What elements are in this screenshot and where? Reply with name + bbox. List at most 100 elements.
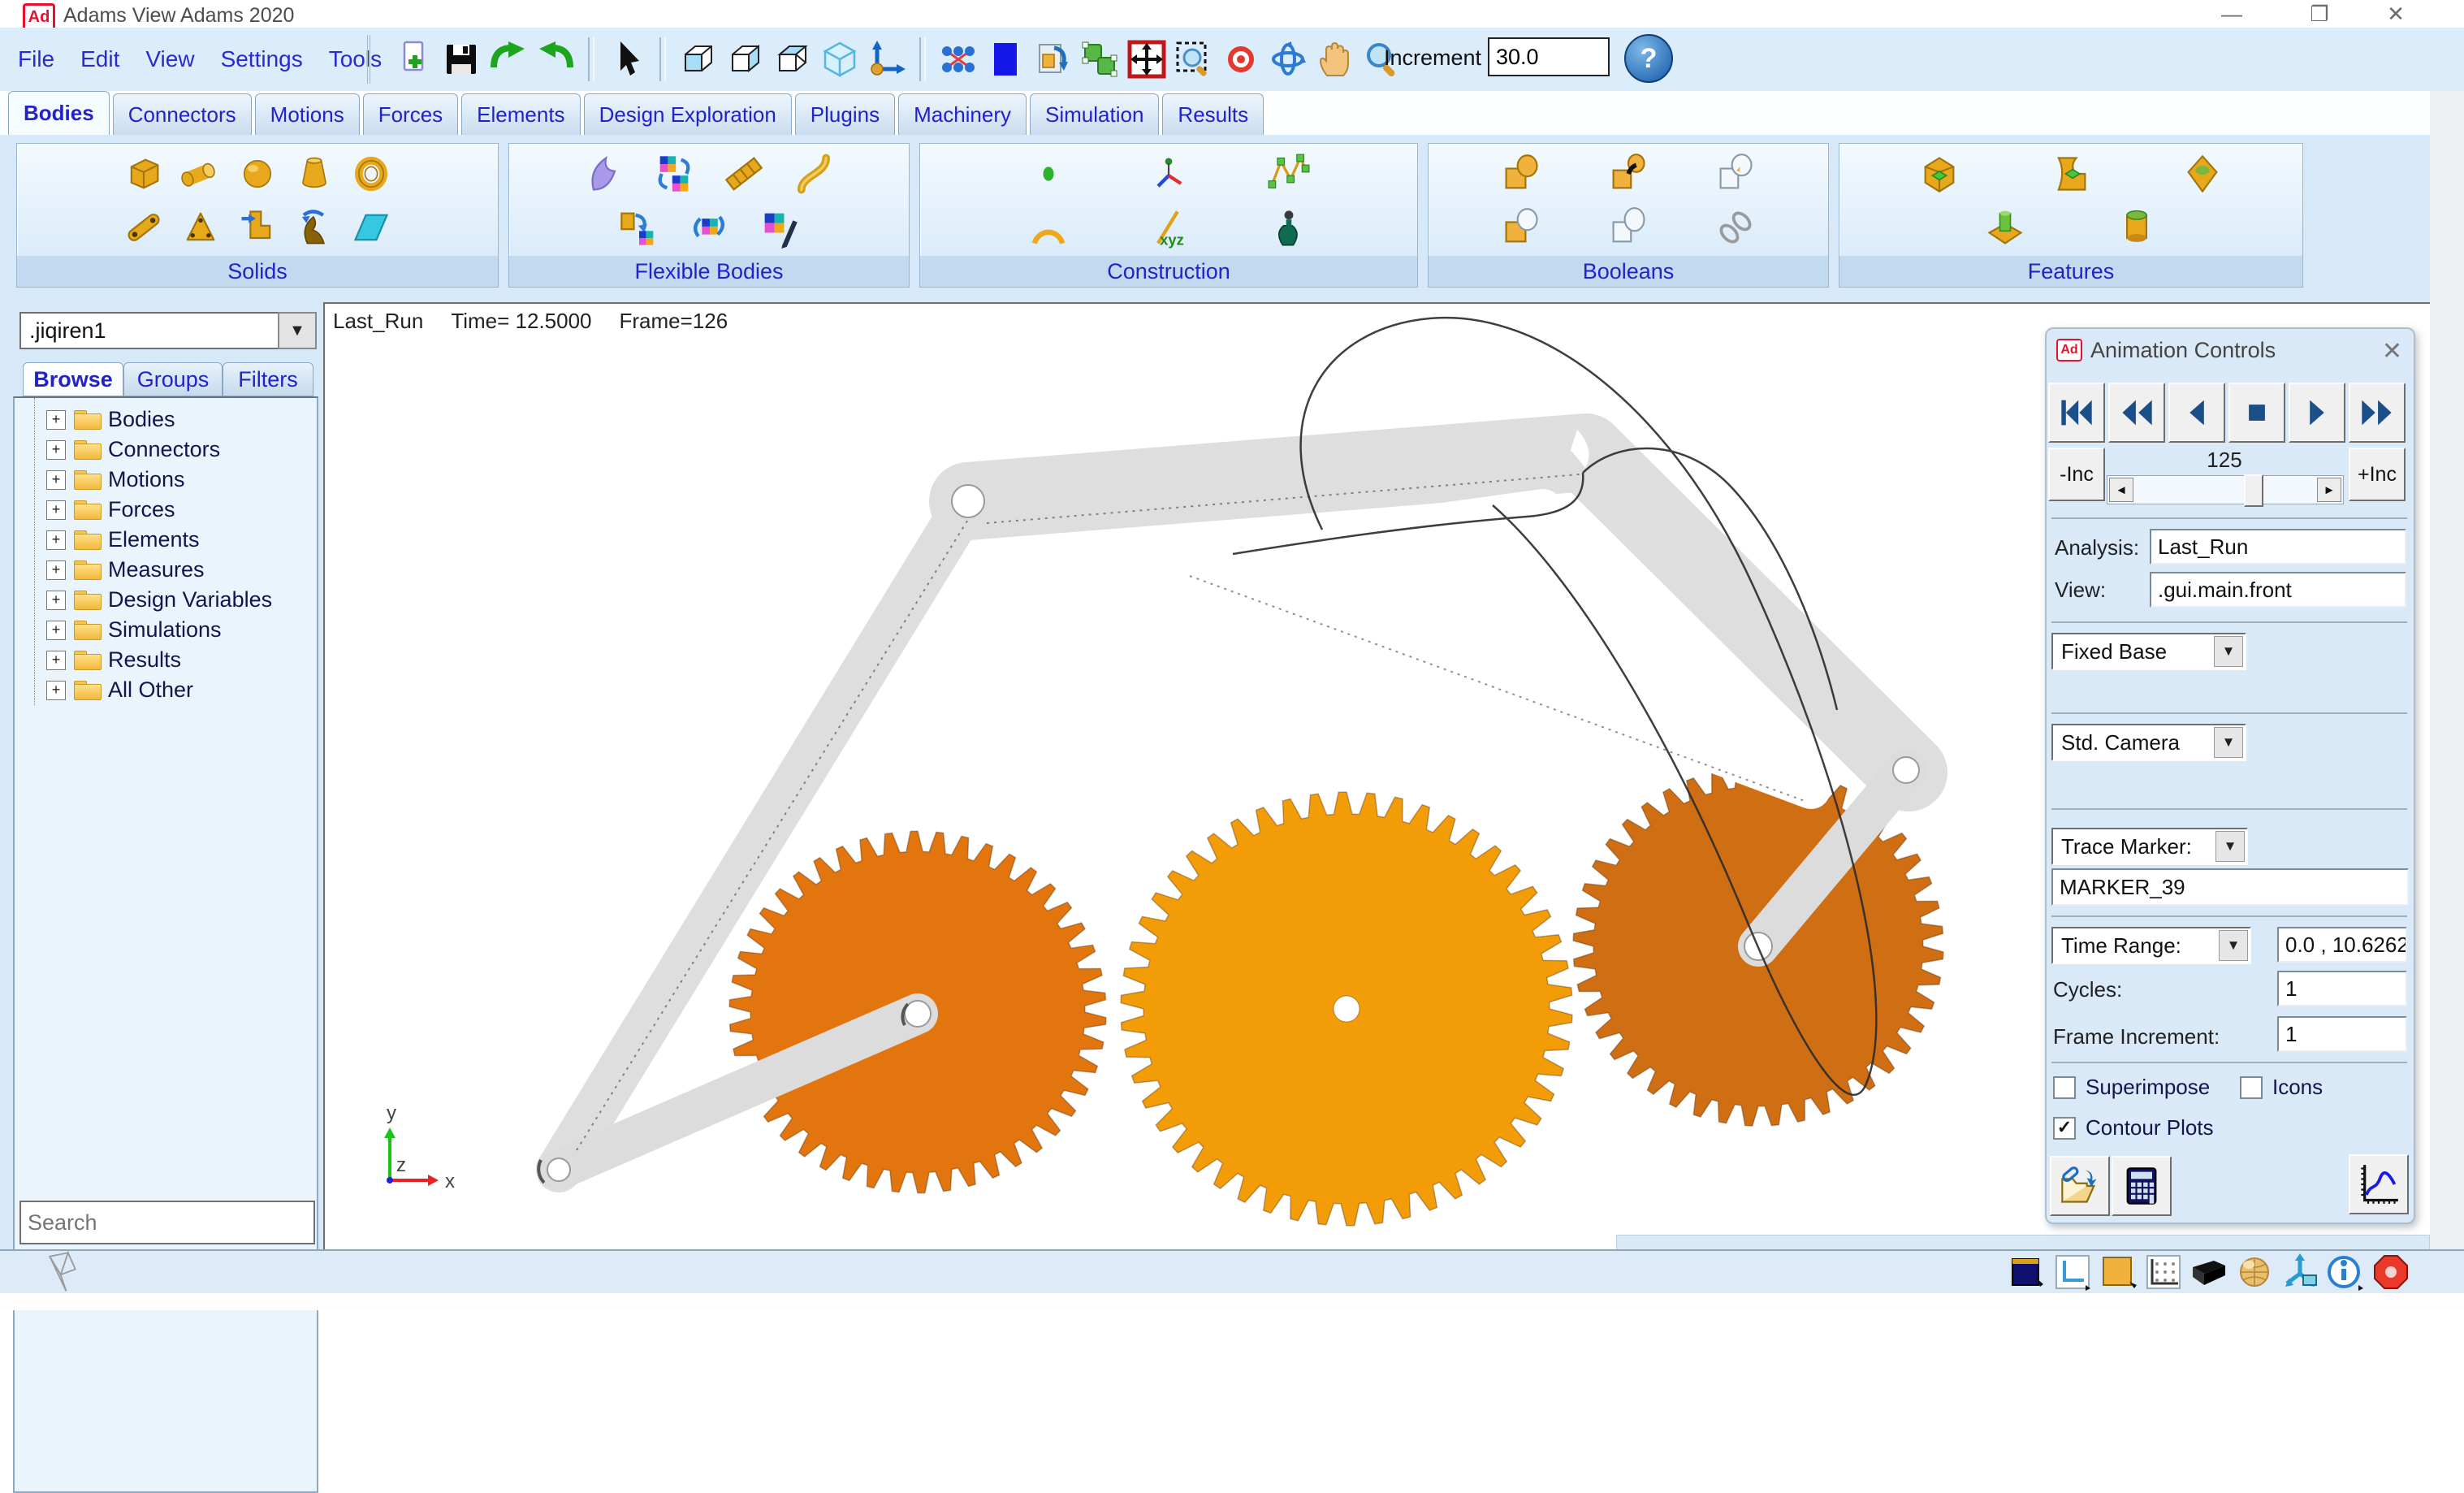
feature-hole-icon[interactable] — [2116, 206, 2158, 249]
slider-thumb[interactable] — [2244, 474, 2263, 507]
time-range-input[interactable]: 0.0 , 10.6262 — [2277, 927, 2407, 963]
render-mode-icon[interactable] — [2235, 1253, 2274, 1292]
new-file-icon[interactable] — [395, 40, 434, 79]
solid-torus-icon[interactable] — [350, 153, 392, 195]
rewind-button[interactable] — [2108, 383, 2165, 443]
tree-item-all-other[interactable]: +All Other — [46, 675, 317, 705]
menu-view[interactable]: View — [144, 46, 196, 72]
bool-union-icon[interactable] — [1500, 153, 1542, 195]
solid-plate-icon[interactable] — [179, 206, 222, 249]
pan-tool-icon[interactable] — [1127, 40, 1166, 79]
center-target-icon[interactable] — [1221, 40, 1260, 79]
checkbox-icon[interactable] — [2053, 1076, 2076, 1099]
tab-forces[interactable]: Forces — [363, 93, 458, 135]
checkbox-icon[interactable] — [2240, 1076, 2263, 1099]
tab-bodies[interactable]: Bodies — [8, 91, 110, 135]
frame-increment-input[interactable]: 1 — [2277, 1016, 2407, 1052]
flex-edit-icon[interactable] — [758, 206, 800, 249]
expand-icon[interactable]: + — [46, 470, 66, 490]
solid-plane-icon[interactable] — [350, 206, 392, 249]
view-triad-icon[interactable] — [867, 40, 906, 79]
working-grid-color-icon[interactable] — [2099, 1253, 2138, 1292]
menu-settings[interactable]: Settings — [219, 46, 305, 72]
tree-item-design-variables[interactable]: +Design Variables — [46, 585, 317, 615]
depth-cue-icon[interactable] — [2190, 1253, 2228, 1292]
save-icon[interactable] — [442, 40, 481, 79]
to-start-button[interactable] — [2048, 383, 2105, 443]
minus-inc-button[interactable]: -Inc — [2048, 448, 2105, 501]
tab-machinery[interactable]: Machinery — [898, 93, 1027, 135]
play-button[interactable] — [2289, 383, 2345, 443]
close-button[interactable]: ✕ — [2371, 2, 2420, 27]
feature-boss-icon[interactable] — [1984, 206, 2026, 249]
analysis-input[interactable]: Last_Run — [2150, 529, 2406, 565]
construction-marker-icon[interactable] — [1148, 153, 1190, 195]
fast-forward-button[interactable] — [2349, 383, 2406, 443]
construction-spline-icon[interactable] — [1268, 153, 1310, 195]
menu-edit[interactable]: Edit — [79, 46, 121, 72]
chevron-down-icon[interactable]: ▼ — [2219, 930, 2248, 961]
increment-input[interactable] — [1488, 37, 1610, 76]
sidebar-tab-browse[interactable]: Browse — [23, 362, 123, 396]
cube-iso-icon[interactable] — [820, 40, 859, 79]
green-handles-icon[interactable] — [1080, 40, 1119, 79]
stop-button[interactable] — [2228, 383, 2285, 443]
solid-sphere-icon[interactable] — [236, 153, 279, 195]
tab-simulation[interactable]: Simulation — [1030, 93, 1159, 135]
chevron-down-icon[interactable]: ▼ — [2214, 727, 2243, 758]
zoom-area-icon[interactable] — [1174, 40, 1213, 79]
solid-box-icon[interactable] — [123, 153, 165, 195]
tree-item-bodies[interactable]: +Bodies — [46, 405, 317, 435]
feature-chamfer-icon[interactable] — [1918, 153, 1960, 195]
bool-split-icon[interactable] — [1607, 206, 1649, 249]
tab-connectors[interactable]: Connectors — [113, 93, 252, 135]
bool-frame-icon[interactable] — [1714, 153, 1757, 195]
contour-plots-checkbox[interactable]: ✓ Contour Plots — [2053, 1115, 2214, 1140]
pan-hand-icon[interactable] — [1316, 40, 1355, 79]
undo-icon[interactable] — [536, 40, 575, 79]
construction-arc-icon[interactable] — [1027, 206, 1070, 249]
info-icon[interactable] — [2326, 1253, 2365, 1292]
tree-item-elements[interactable]: +Elements — [46, 525, 317, 555]
feature-dome-icon[interactable] — [2181, 153, 2224, 195]
tab-elements[interactable]: Elements — [461, 93, 580, 135]
cube-right-icon[interactable] — [726, 40, 765, 79]
load-animation-button[interactable] — [2050, 1156, 2110, 1216]
frame-slider[interactable]: ◄ ► — [2107, 475, 2344, 504]
tree-item-results[interactable]: +Results — [46, 645, 317, 675]
grid-toggle-icon[interactable] — [2144, 1253, 2183, 1292]
model-selector[interactable]: .jiqiren1 — [19, 312, 287, 349]
tree-item-measures[interactable]: +Measures — [46, 555, 317, 585]
minimize-button[interactable]: — — [2207, 2, 2256, 27]
cycles-input[interactable]: 1 — [2277, 971, 2407, 1006]
solid-extrusion-icon[interactable] — [236, 206, 279, 249]
tab-design-exploration[interactable]: Design Exploration — [584, 93, 792, 135]
bool-subtract-icon[interactable] — [1500, 206, 1542, 249]
expand-icon[interactable]: + — [46, 681, 66, 700]
tab-motions[interactable]: Motions — [255, 93, 360, 135]
construction-point-icon[interactable] — [1027, 153, 1070, 195]
tree-item-forces[interactable]: +Forces — [46, 495, 317, 525]
flex-swoosh-icon[interactable] — [583, 153, 625, 195]
step-back-button[interactable] — [2168, 383, 2225, 443]
solid-frustum-icon[interactable] — [293, 153, 335, 195]
construction-outline-icon[interactable] — [1268, 206, 1310, 249]
chevron-down-icon[interactable]: ▼ — [2215, 831, 2245, 862]
expand-icon[interactable]: + — [46, 591, 66, 610]
camera-dropdown[interactable]: Std. Camera ▼ — [2051, 724, 2246, 761]
view-input[interactable]: .gui.main.front — [2150, 572, 2406, 608]
expand-icon[interactable]: + — [46, 621, 66, 640]
model-selector-dropdown-icon[interactable]: ▼ — [278, 312, 317, 349]
tree-item-connectors[interactable]: +Connectors — [46, 435, 317, 465]
slider-right-arrow-icon[interactable]: ► — [2317, 478, 2341, 502]
trace-marker-dropdown[interactable]: Trace Marker: ▼ — [2051, 828, 2248, 865]
flex-convert-icon[interactable] — [618, 206, 660, 249]
panel-title-bar[interactable]: Ad Animation Controls — [2047, 329, 2414, 371]
bool-chain-icon[interactable] — [1714, 206, 1757, 249]
expand-icon[interactable]: + — [46, 410, 66, 430]
plus-inc-button[interactable]: +Inc — [2349, 448, 2406, 501]
menu-file[interactable]: File — [16, 46, 56, 72]
restore-button[interactable]: ❐ — [2295, 2, 2344, 27]
cube-top-icon[interactable] — [773, 40, 812, 79]
plot-button[interactable] — [2349, 1154, 2409, 1214]
